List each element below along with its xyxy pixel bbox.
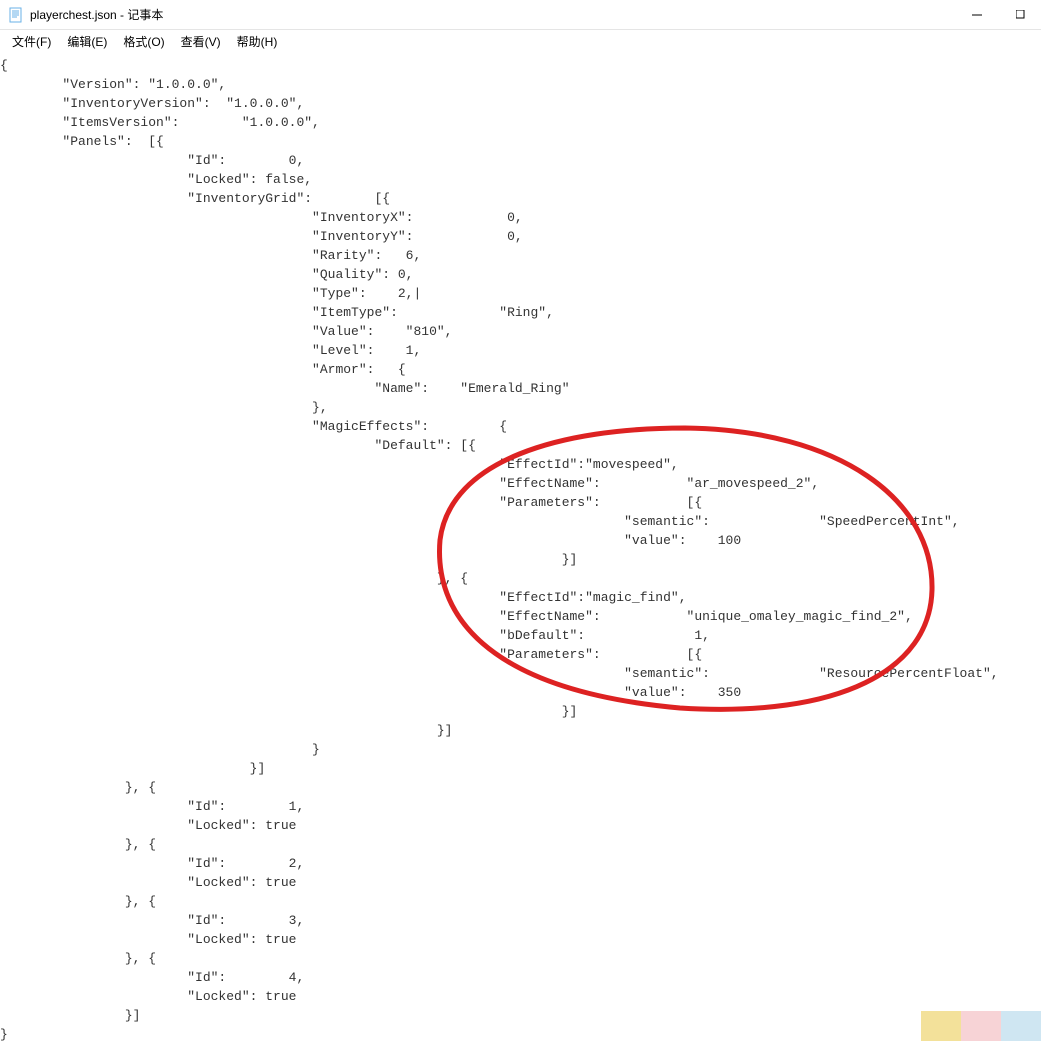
window-controls bbox=[965, 3, 1033, 27]
menu-file[interactable]: 文件(F) bbox=[4, 31, 59, 52]
menu-view[interactable]: 查看(V) bbox=[173, 31, 229, 52]
maximize-button[interactable] bbox=[1009, 3, 1033, 27]
notepad-icon bbox=[8, 7, 24, 23]
window-title: playerchest.json - 记事本 bbox=[30, 6, 965, 23]
editor-text-area[interactable]: { "Version": "1.0.0.0", "InventoryVersio… bbox=[0, 52, 1041, 1048]
menu-edit[interactable]: 编辑(E) bbox=[59, 31, 115, 52]
menu-format[interactable]: 格式(O) bbox=[115, 31, 172, 52]
menu-help[interactable]: 帮助(H) bbox=[229, 31, 286, 52]
titlebar: playerchest.json - 记事本 bbox=[0, 0, 1041, 30]
minimize-button[interactable] bbox=[965, 3, 989, 27]
menubar: 文件(F) 编辑(E) 格式(O) 查看(V) 帮助(H) bbox=[0, 30, 1041, 52]
color-strip bbox=[921, 1011, 1041, 1041]
